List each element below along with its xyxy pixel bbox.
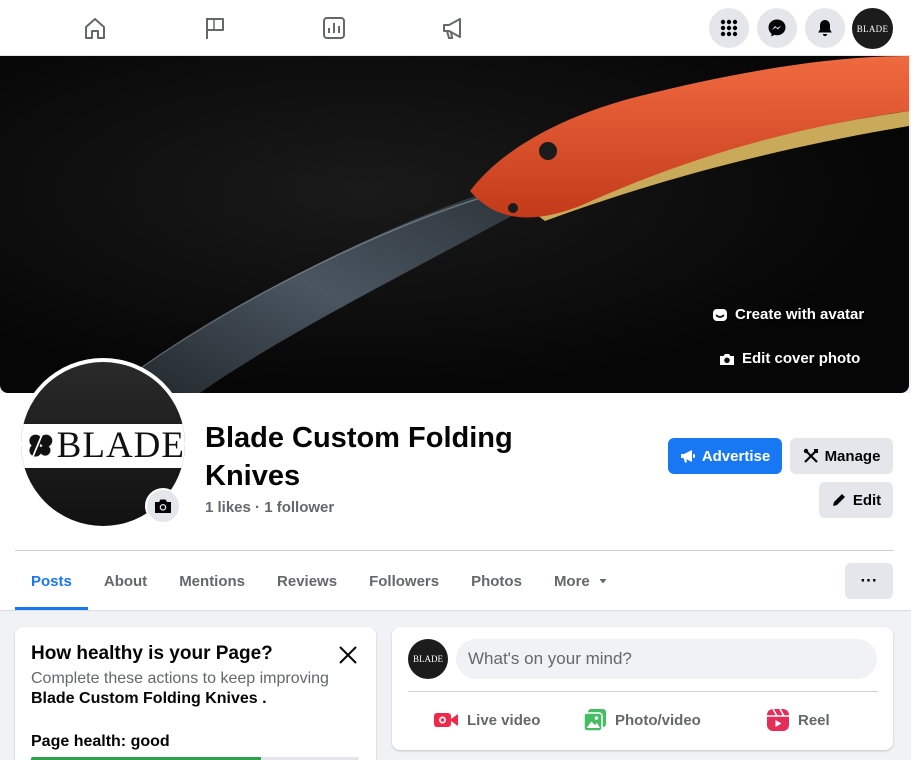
composer-divider	[408, 691, 878, 692]
close-icon[interactable]	[337, 644, 359, 666]
health-card-title: How healthy is your Page?	[31, 643, 273, 664]
header-divider	[15, 550, 894, 551]
tab-photos[interactable]: Photos	[455, 552, 538, 610]
health-desc-page-name: Blade Custom Folding Knives	[31, 690, 258, 707]
avatar-icon	[713, 308, 727, 321]
followers-count[interactable]: 1 follower	[264, 499, 334, 516]
reel-icon	[767, 708, 789, 731]
whats-on-your-mind-input[interactable]: What's on your mind?	[456, 639, 877, 679]
page-title: Blade Custom Folding Knives	[205, 422, 513, 492]
more-options-dots: ···	[860, 571, 878, 590]
caret-down-icon	[599, 579, 607, 584]
tab-mentions[interactable]: Mentions	[163, 552, 261, 610]
page-tabs: Posts About Mentions Reviews Followers P…	[15, 552, 624, 610]
page-health-card: How healthy is your Page? Complete these…	[15, 627, 376, 760]
knife-cover-image	[110, 56, 909, 393]
advertise-button[interactable]: Advertise	[668, 438, 782, 474]
live-video-button[interactable]: Live video	[433, 705, 540, 735]
stats-separator: ·	[255, 499, 261, 516]
insights-icon[interactable]	[318, 12, 350, 44]
create-with-avatar-label: Create with avatar	[735, 306, 865, 323]
camera-icon	[155, 499, 171, 513]
notifications-icon[interactable]	[805, 8, 845, 48]
photo-video-button[interactable]: Photo/video	[583, 705, 701, 735]
live-video-label: Live video	[467, 711, 541, 729]
profile-logo-band: BLADE	[21, 424, 185, 468]
reel-label: Reel	[798, 711, 830, 729]
health-status: Page health: good	[31, 733, 170, 750]
health-desc-prefix: Complete these actions to keep improving	[31, 670, 329, 687]
page-stats: 1 likes · 1 follower	[205, 499, 334, 516]
edit-button[interactable]: Edit	[819, 482, 893, 518]
manage-label: Manage	[824, 447, 881, 465]
edit-cover-photo-button[interactable]: Edit cover photo	[719, 350, 860, 367]
menu-grid-icon[interactable]	[709, 8, 749, 48]
tab-more-label: More	[553, 572, 590, 590]
camera-icon	[720, 353, 734, 365]
tools-icon	[803, 448, 818, 463]
megaphone-icon	[680, 450, 695, 463]
clover-logo-icon	[29, 434, 53, 457]
tab-reviews[interactable]: Reviews	[261, 552, 353, 610]
tab-about[interactable]: About	[88, 552, 163, 610]
tab-followers[interactable]: Followers	[353, 552, 455, 610]
pencil-icon	[832, 494, 845, 506]
edit-cover-photo-label: Edit cover photo	[742, 350, 861, 367]
edit-label: Edit	[852, 491, 882, 509]
tab-more[interactable]: More	[538, 552, 624, 610]
account-logo-text: BLADE	[856, 23, 889, 34]
photo-video-label: Photo/video	[615, 711, 701, 729]
reel-button[interactable]: Reel	[766, 705, 830, 735]
live-video-icon	[434, 713, 458, 727]
messenger-icon[interactable]	[757, 8, 797, 48]
composer-placeholder: What's on your mind?	[468, 649, 632, 668]
composer-avatar-logo: BLADE	[413, 654, 443, 664]
top-navigation-bar: BLADE	[0, 0, 911, 56]
flag-icon[interactable]	[199, 12, 231, 44]
profile-camera-button[interactable]	[145, 488, 181, 524]
post-composer-card: BLADE What's on your mind? Live video Ph…	[392, 627, 893, 750]
photo-video-icon	[583, 709, 606, 732]
advertise-label: Advertise	[701, 447, 771, 465]
home-icon[interactable]	[79, 12, 111, 44]
likes-count[interactable]: 1 likes	[205, 499, 251, 516]
tab-posts[interactable]: Posts	[15, 552, 88, 610]
health-desc-suffix: .	[262, 690, 267, 707]
health-card-description: Complete these actions to keep improving…	[31, 669, 361, 709]
create-with-avatar-button[interactable]: Create with avatar	[712, 306, 864, 323]
more-options-button[interactable]: ···	[845, 563, 893, 599]
profile-logo-text: BLADE	[56, 425, 185, 466]
manage-button[interactable]: Manage	[790, 438, 893, 474]
cover-photo: Create with avatar Edit cover photo	[0, 56, 909, 393]
account-avatar[interactable]: BLADE	[852, 8, 893, 49]
composer-avatar[interactable]: BLADE	[408, 639, 448, 679]
megaphone-icon[interactable]	[437, 12, 469, 44]
